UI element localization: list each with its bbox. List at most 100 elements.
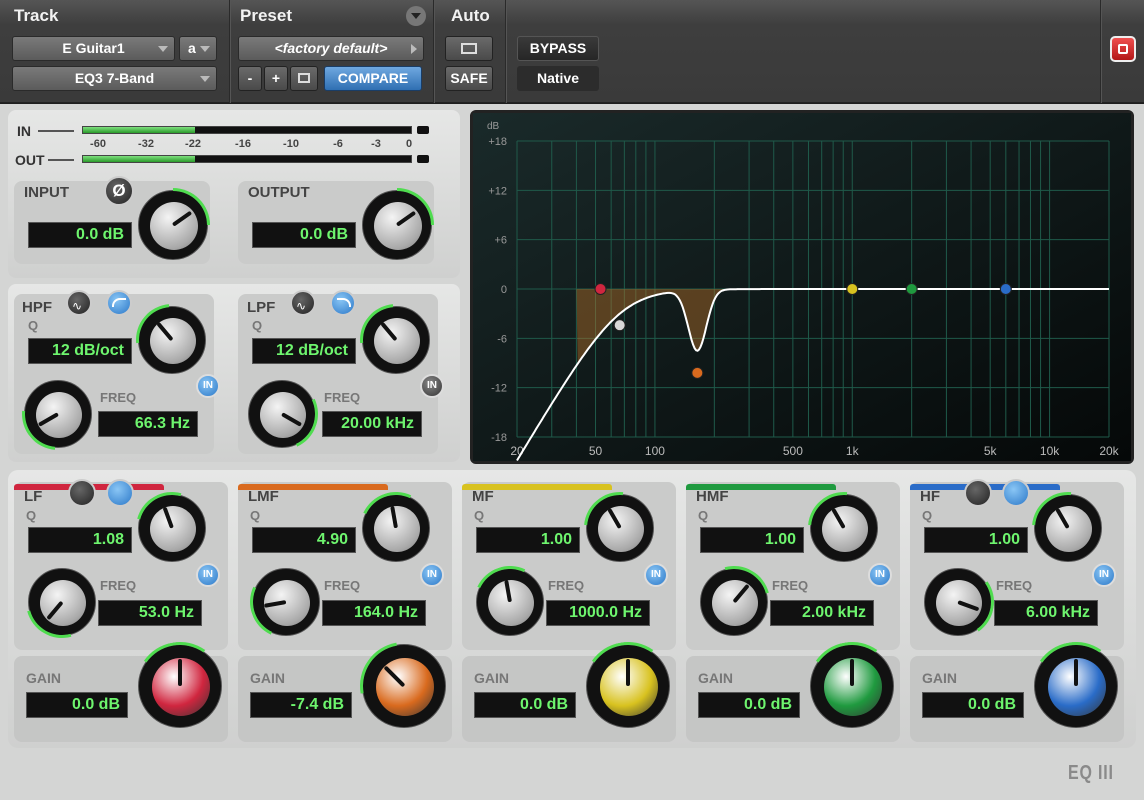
hpf-in-button[interactable]: IN [196,374,220,398]
copy-settings-button[interactable] [290,66,318,91]
next-preset-button[interactable]: + [264,66,288,91]
hpf-q-knob[interactable] [121,289,223,391]
hmf-gain-display[interactable]: 0.0 dB [698,692,800,718]
hf-q-knob[interactable] [1017,477,1119,579]
lmf-freq-display[interactable]: 164.0 Hz [322,600,426,626]
output-gain-display[interactable]: 0.0 dB [252,222,356,248]
eq-graph[interactable]: +18 +12 +6 0 -6 -12 -18 dB 20 50 100 500 1k 5k 10k 20k [470,110,1134,464]
preset-menu-button[interactable] [406,6,426,26]
lmf-band-handle[interactable] [691,366,704,379]
hf-in-button[interactable]: IN [1092,563,1116,587]
meter-tick-label: -6 [333,138,343,150]
hpf-shape-button[interactable] [106,290,132,316]
mf-freq-label: FREQ [548,578,585,593]
lf-peak-shape-button[interactable] [106,479,134,507]
meter-tick-label: -60 [90,138,106,150]
mf-q-knob[interactable] [569,477,671,579]
lpf-shape-button[interactable] [330,290,356,316]
lf-freq-knob[interactable] [12,552,112,652]
gain-tick-label: +12 [488,185,507,197]
hf-shelf-shape-button[interactable] [964,479,992,507]
hf-gain-display[interactable]: 0.0 dB [922,692,1024,718]
hmf-q-label: Q [698,508,709,523]
hmf-band-handle[interactable] [905,283,918,295]
auto-label: Auto [451,6,490,25]
mf-band-handle[interactable] [846,283,859,295]
freq-tick-label: 500 [783,444,803,458]
clip-indicator-button[interactable] [1110,36,1136,62]
hpf-slope-display[interactable]: 12 dB/oct [28,338,132,364]
track-selector[interactable]: E Guitar1 [12,36,175,61]
lf-band-handle[interactable] [594,283,607,295]
plugin-header: Track Preset Auto E Guitar1 a EQ3 7-Band… [0,0,1144,103]
gain-tick-label: +18 [488,136,507,148]
lf-gain-knob[interactable] [129,635,231,737]
hf-freq-display[interactable]: 6.00 kHz [994,600,1098,626]
gain-tick-label: +6 [494,235,507,247]
input-gain-knob[interactable] [120,172,226,278]
chevron-down-icon [158,46,168,52]
hmf-freq-knob[interactable] [684,552,784,652]
hf-peak-shape-button[interactable] [1002,479,1030,507]
hmf-q-knob[interactable] [793,477,895,579]
mf-gain-knob[interactable] [577,635,679,737]
lpf-q-knob[interactable] [345,289,447,391]
lpf-notch-shape-button[interactable]: ∿ [290,290,316,316]
preset-name: <factory default> [274,40,388,56]
safe-button[interactable]: SAFE [445,66,493,91]
hmf-gain-knob[interactable] [801,635,903,737]
hpf-band-handle[interactable] [613,319,626,332]
hpf-freq-knob[interactable] [7,363,109,465]
lmf-freq-knob[interactable] [239,555,333,649]
plugin-selector[interactable]: EQ3 7-Band [12,66,217,91]
mf-q-display[interactable]: 1.00 [476,527,580,553]
input-clip-led[interactable] [417,126,429,134]
lpf-slope-display[interactable]: 12 dB/oct [252,338,356,364]
lf-in-button[interactable]: IN [196,563,220,587]
mf-freq-knob[interactable] [463,555,557,649]
hpf-notch-shape-button[interactable]: ∿ [66,290,92,316]
automation-button[interactable] [445,36,493,61]
gain-unit-label: dB [487,121,500,132]
lf-q-display[interactable]: 1.08 [28,527,132,553]
phase-invert-button[interactable]: Ø [104,176,134,206]
hf-q-display[interactable]: 1.00 [924,527,1028,553]
eq-curve-display[interactable]: +18+12+60-6-12-18dB20 50 100 500 1k 5k 10k 20k [473,113,1131,462]
hpf-freq-display[interactable]: 66.3 Hz [98,411,198,437]
preset-selector[interactable]: <factory default> [238,36,424,61]
lf-q-knob[interactable] [122,478,222,578]
lpf-freq-knob[interactable] [235,367,329,461]
lmf-q-knob[interactable] [349,481,443,575]
compare-button[interactable]: COMPARE [324,66,422,91]
hmf-in-button[interactable]: IN [868,563,892,587]
lmf-gain-knob[interactable] [342,624,466,748]
output-gain-knob[interactable] [344,172,450,278]
hf-freq-knob[interactable] [916,560,1000,644]
previous-preset-button[interactable]: - [238,66,262,91]
hf-gain-knob[interactable] [1025,635,1127,737]
automation-icon [461,43,477,54]
lf-gain-display[interactable]: 0.0 dB [26,692,128,718]
hmf-freq-display[interactable]: 2.00 kHz [770,600,874,626]
lf-shelf-shape-button[interactable] [68,479,96,507]
bypass-button[interactable]: BYPASS [517,36,599,61]
lpf-freq-display[interactable]: 20.00 kHz [322,411,422,437]
plugin-name: EQ3 7-Band [74,70,155,86]
freq-tick-label: 100 [645,444,665,458]
hmf-q-display[interactable]: 1.00 [700,527,804,553]
lpf-in-button[interactable]: IN [420,374,444,398]
mf-freq-display[interactable]: 1000.0 Hz [546,600,650,626]
mf-gain-display[interactable]: 0.0 dB [474,692,576,718]
lmf-q-display[interactable]: 4.90 [252,527,356,553]
knob-pointer [850,659,854,686]
output-clip-led[interactable] [417,155,429,163]
lmf-gain-display[interactable]: -7.4 dB [250,692,352,718]
lf-freq-display[interactable]: 53.0 Hz [98,600,202,626]
channel-selector[interactable]: a [179,36,217,61]
lmf-in-button[interactable]: IN [420,563,444,587]
mf-in-button[interactable]: IN [644,563,668,587]
input-gain-display[interactable]: 0.0 dB [28,222,132,248]
chevron-right-icon [411,44,417,54]
output-meter-fill [83,156,195,162]
hf-band-handle[interactable] [999,283,1012,295]
